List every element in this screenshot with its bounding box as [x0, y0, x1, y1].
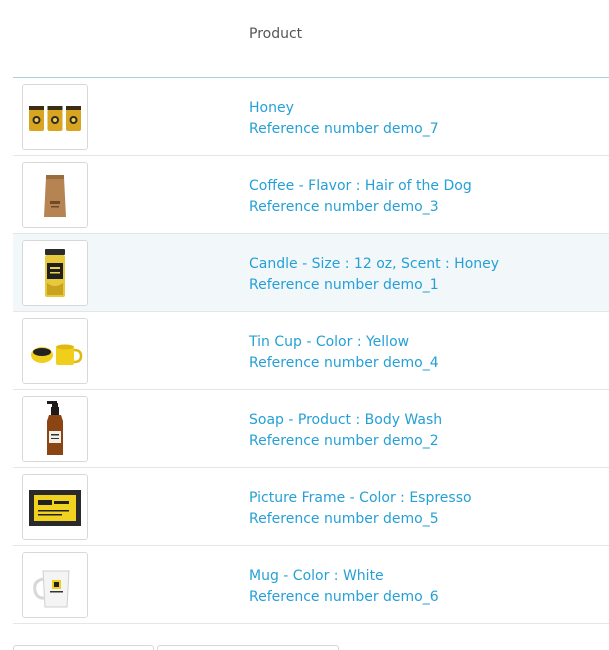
mug-icon [23, 553, 87, 617]
soap-bottle-icon [23, 397, 87, 461]
product-reference-link[interactable]: Reference number demo_7 [249, 119, 439, 140]
coffee-bag-icon [23, 163, 87, 227]
table-row[interactable]: Picture Frame - Color : Espresso Referen… [13, 468, 609, 546]
product-thumbnail[interactable] [22, 552, 88, 618]
product-list-page: Product Honey Reference number demo_7 Co… [0, 0, 609, 650]
product-info: Coffee - Flavor : Hair of the Dog Refere… [249, 176, 472, 218]
product-name-link[interactable]: Candle - Size : 12 oz, Scent : Honey [249, 254, 499, 275]
table-row[interactable]: Mug - Color : White Reference number dem… [13, 546, 609, 624]
product-info: Picture Frame - Color : Espresso Referen… [249, 488, 472, 530]
product-info: Mug - Color : White Reference number dem… [249, 566, 439, 608]
product-name-link[interactable]: Coffee - Flavor : Hair of the Dog [249, 176, 472, 197]
footer-button-left[interactable] [13, 645, 154, 650]
product-thumbnail[interactable] [22, 474, 88, 540]
product-reference-link[interactable]: Reference number demo_5 [249, 509, 472, 530]
product-thumbnail[interactable] [22, 162, 88, 228]
product-name-link[interactable]: Mug - Color : White [249, 566, 439, 587]
column-header-product[interactable]: Product [249, 26, 302, 42]
product-reference-link[interactable]: Reference number demo_1 [249, 275, 499, 296]
candle-jar-icon [23, 241, 87, 305]
product-table: Product Honey Reference number demo_7 Co… [13, 0, 609, 624]
table-row[interactable]: Coffee - Flavor : Hair of the Dog Refere… [13, 156, 609, 234]
product-reference-link[interactable]: Reference number demo_3 [249, 197, 472, 218]
picture-frame-icon [23, 475, 87, 539]
product-name-link[interactable]: Tin Cup - Color : Yellow [249, 332, 439, 353]
product-info: Honey Reference number demo_7 [249, 98, 439, 140]
table-header: Product [13, 0, 609, 78]
product-reference-link[interactable]: Reference number demo_6 [249, 587, 439, 608]
product-name-link[interactable]: Soap - Product : Body Wash [249, 410, 442, 431]
product-info: Tin Cup - Color : Yellow Reference numbe… [249, 332, 439, 374]
product-reference-link[interactable]: Reference number demo_4 [249, 353, 439, 374]
product-info: Soap - Product : Body Wash Reference num… [249, 410, 442, 452]
product-thumbnail[interactable] [22, 240, 88, 306]
product-name-link[interactable]: Picture Frame - Color : Espresso [249, 488, 472, 509]
product-info: Candle - Size : 12 oz, Scent : Honey Ref… [249, 254, 499, 296]
tin-cup-icon [23, 319, 87, 383]
honey-jars-icon [23, 85, 87, 149]
table-row[interactable]: Tin Cup - Color : Yellow Reference numbe… [13, 312, 609, 390]
product-name-link[interactable]: Honey [249, 98, 439, 119]
footer-button-right[interactable] [157, 645, 339, 650]
product-thumbnail[interactable] [22, 84, 88, 150]
product-thumbnail[interactable] [22, 396, 88, 462]
product-thumbnail[interactable] [22, 318, 88, 384]
table-row[interactable]: Soap - Product : Body Wash Reference num… [13, 390, 609, 468]
product-reference-link[interactable]: Reference number demo_2 [249, 431, 442, 452]
table-row[interactable]: Honey Reference number demo_7 [13, 78, 609, 156]
table-row[interactable]: Candle - Size : 12 oz, Scent : Honey Ref… [13, 234, 609, 312]
